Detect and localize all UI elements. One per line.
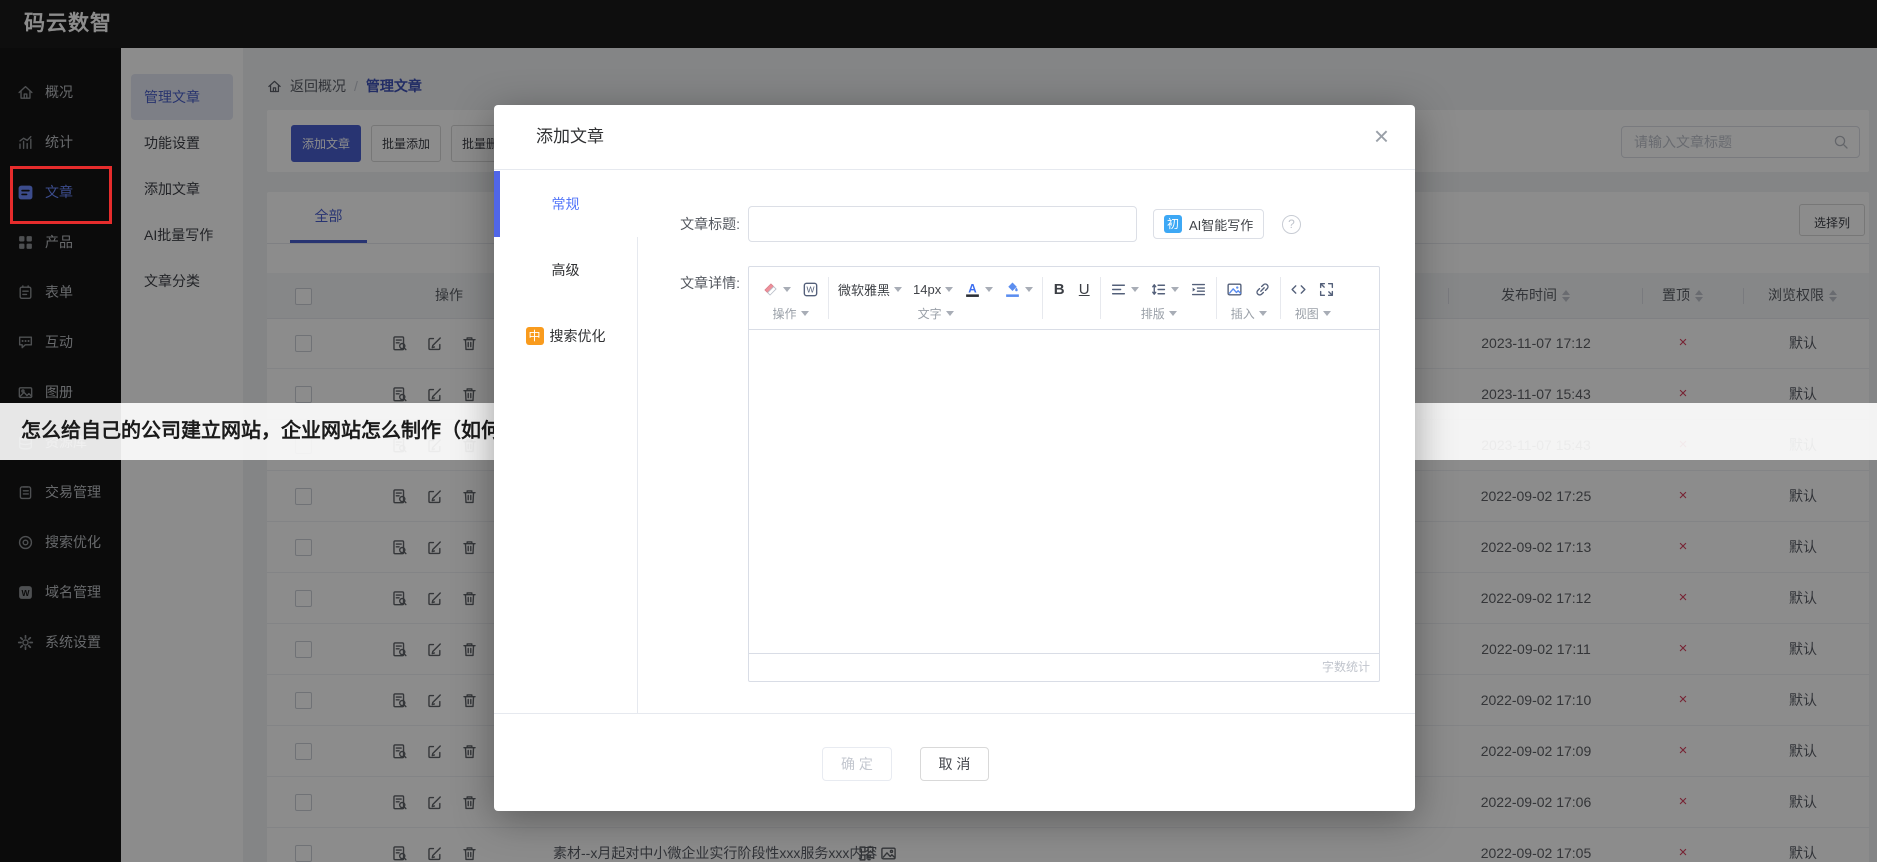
editor-group-操作: W 操作: [753, 267, 828, 329]
line-height-icon: [1150, 281, 1167, 298]
chevron-down-icon: [945, 287, 953, 292]
ai-writing-button[interactable]: 初 AI智能写作: [1153, 209, 1264, 239]
highlight-box: [10, 166, 112, 224]
chevron-down-icon: [894, 287, 902, 292]
chevron-down-icon: [783, 287, 791, 292]
ai-badge-icon: 初: [1164, 215, 1182, 233]
help-icon[interactable]: ?: [1282, 215, 1301, 234]
chevron-down-icon: [1171, 287, 1179, 292]
editor-group-label: 操作: [772, 305, 796, 322]
editor-group-label: 文字: [918, 305, 942, 322]
font-color-icon[interactable]: A: [964, 281, 993, 298]
code-icon[interactable]: [1290, 281, 1307, 298]
word-doc-icon: W: [802, 281, 819, 298]
editor-underline-control[interactable]: U: [1077, 281, 1091, 298]
modal-header: 添加文章 ×: [494, 105, 1415, 170]
modal-title: 添加文章: [536, 105, 604, 169]
editor-bold-label: B: [1052, 281, 1066, 298]
modal-tab-general[interactable]: 常规: [494, 171, 637, 237]
editor-group-排版: 排版: [1101, 267, 1216, 329]
cancel-button[interactable]: 取 消: [920, 747, 989, 781]
modal-tab-label: 搜索优化: [550, 328, 606, 344]
align-icon: [1110, 281, 1127, 298]
rich-text-editor: W 操作 微软雅黑 14px A 文字 BU 排版 插入 视图 字数统计: [748, 266, 1380, 682]
editor-toolbar: W 操作 微软雅黑 14px A 文字 BU 排版 插入 视图: [749, 267, 1379, 330]
article-detail-label: 文章详情:: [634, 273, 740, 293]
chevron-down-icon: [1323, 311, 1331, 316]
fullscreen-icon: [1318, 281, 1335, 298]
indent-icon[interactable]: [1190, 281, 1207, 298]
word-count-bar: 字数统计: [749, 653, 1379, 681]
svg-text:A: A: [969, 283, 978, 296]
editor-bold-control[interactable]: B: [1052, 281, 1066, 298]
chevron-down-icon: [1259, 311, 1267, 316]
editor-group-插入: 插入: [1217, 267, 1280, 329]
fill-color-icon[interactable]: [1004, 281, 1033, 298]
confirm-button[interactable]: 确 定: [822, 747, 892, 781]
editor-group-label: 排版: [1141, 305, 1165, 322]
link-icon: [1254, 281, 1271, 298]
editor-font_name-control[interactable]: 微软雅黑: [838, 280, 902, 299]
close-icon[interactable]: ×: [1374, 122, 1389, 150]
article-title-label: 文章标题:: [634, 214, 740, 234]
code-icon: [1290, 281, 1307, 298]
modal-tab-label: 常规: [552, 196, 580, 212]
eraser-icon: [762, 281, 779, 298]
chevron-down-icon: [946, 311, 954, 316]
editor-group-文字: 微软雅黑 14px A 文字: [829, 267, 1042, 329]
editor-group-label: 视图: [1295, 305, 1319, 322]
editor-font_size-control[interactable]: 14px: [913, 282, 953, 297]
align-icon[interactable]: [1110, 281, 1139, 298]
editor-font_name-label: 微软雅黑: [838, 280, 890, 299]
fullscreen-icon[interactable]: [1318, 281, 1335, 298]
editor-group-label: 插入: [1231, 305, 1255, 322]
svg-text:W: W: [806, 285, 814, 295]
modal-tab-label: 高级: [552, 262, 580, 278]
add-article-modal: 添加文章 × 常规高级中搜索优化 文章标题: 初 AI智能写作 ? 文章详情: …: [494, 105, 1415, 811]
link-icon[interactable]: [1254, 281, 1271, 298]
indent-icon: [1190, 281, 1207, 298]
chevron-down-icon: [1131, 287, 1139, 292]
editor-underline-label: U: [1077, 281, 1091, 298]
editor-font_size-label: 14px: [913, 282, 941, 297]
editor-group-视图: 视图: [1281, 267, 1344, 329]
editor-group-inline: BU: [1043, 267, 1100, 329]
font-color-icon: A: [964, 281, 981, 298]
line-height-icon[interactable]: [1150, 281, 1179, 298]
article-title-input[interactable]: [748, 206, 1137, 242]
modal-tab-advanced[interactable]: 高级: [494, 237, 637, 303]
image-icon[interactable]: [1226, 281, 1243, 298]
fill-color-icon: [1004, 281, 1021, 298]
modal-tab-seo[interactable]: 中搜索优化: [494, 303, 637, 369]
word-doc-icon[interactable]: W: [802, 281, 819, 298]
seo-badge-icon: 中: [526, 327, 544, 345]
chevron-down-icon: [985, 287, 993, 292]
eraser-icon[interactable]: [762, 281, 791, 298]
image-icon: [1226, 281, 1243, 298]
chevron-down-icon: [1025, 287, 1033, 292]
chevron-down-icon: [801, 311, 809, 316]
chevron-down-icon: [1169, 311, 1177, 316]
